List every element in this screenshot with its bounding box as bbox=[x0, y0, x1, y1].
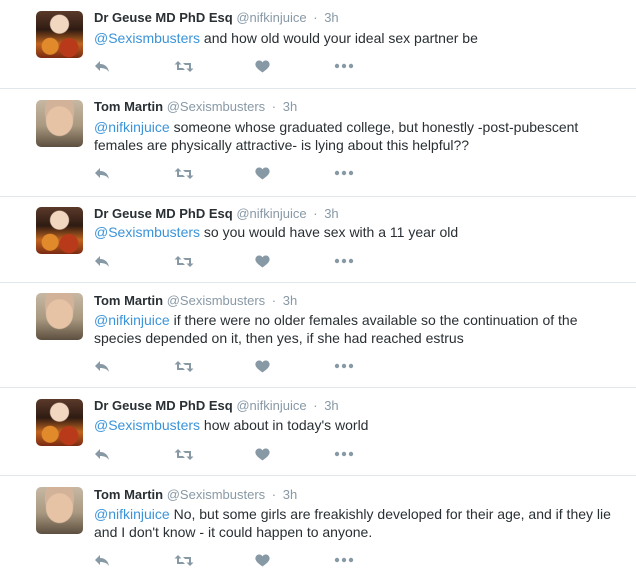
tweet-text: @Sexismbusters and how old would your id… bbox=[94, 29, 614, 47]
retweet-icon[interactable] bbox=[174, 446, 194, 462]
more-icon[interactable] bbox=[334, 552, 354, 568]
tweet-text: @nifkinjuice someone whose graduated col… bbox=[94, 118, 614, 154]
user-handle[interactable]: @Sexismbusters bbox=[167, 293, 265, 308]
timestamp[interactable]: 3h bbox=[324, 10, 338, 25]
mention-link[interactable]: @nifkinjuice bbox=[94, 506, 170, 522]
more-icon[interactable] bbox=[334, 446, 354, 462]
reply-icon[interactable] bbox=[94, 358, 111, 374]
tweet-body-text: how about in today's world bbox=[200, 417, 369, 433]
display-name[interactable]: Dr Geuse MD PhD Esq bbox=[94, 206, 233, 221]
tweet-text: @nifkinjuice No, but some girls are frea… bbox=[94, 505, 614, 541]
like-icon[interactable] bbox=[255, 165, 270, 181]
retweet-icon[interactable] bbox=[174, 358, 194, 374]
retweet-icon[interactable] bbox=[174, 552, 194, 568]
mention-link[interactable]: @nifkinjuice bbox=[94, 312, 170, 328]
tweet-header: Dr Geuse MD PhD Esq @nifkinjuice · 3h bbox=[94, 10, 339, 26]
tweet-header: Tom Martin @Sexismbusters · 3h bbox=[94, 99, 297, 115]
like-icon[interactable] bbox=[255, 552, 270, 568]
retweet-icon[interactable] bbox=[174, 253, 194, 269]
display-name[interactable]: Tom Martin bbox=[94, 293, 163, 308]
like-icon[interactable] bbox=[255, 446, 270, 462]
avatar[interactable] bbox=[36, 100, 83, 147]
avatar[interactable] bbox=[36, 207, 83, 254]
retweet-icon[interactable] bbox=[174, 165, 194, 181]
tweet-header: Dr Geuse MD PhD Esq @nifkinjuice · 3h bbox=[94, 398, 339, 414]
reply-icon[interactable] bbox=[94, 165, 111, 181]
mention-link[interactable]: @Sexismbusters bbox=[94, 30, 200, 46]
tweet-actions bbox=[94, 552, 374, 568]
tweet-actions bbox=[94, 165, 374, 181]
more-icon[interactable] bbox=[334, 253, 354, 269]
user-handle[interactable]: @nifkinjuice bbox=[236, 398, 306, 413]
timestamp[interactable]: 3h bbox=[283, 293, 297, 308]
timestamp[interactable]: 3h bbox=[283, 99, 297, 114]
like-icon[interactable] bbox=[255, 358, 270, 374]
like-icon[interactable] bbox=[255, 253, 270, 269]
tweet-actions bbox=[94, 253, 374, 269]
tweet-text: @nifkinjuice if there were no older fema… bbox=[94, 311, 614, 347]
like-icon[interactable] bbox=[255, 58, 270, 74]
tweet-body-text: and how old would your ideal sex partner… bbox=[200, 30, 478, 46]
tweet-text: @Sexismbusters how about in today's worl… bbox=[94, 416, 614, 434]
reply-icon[interactable] bbox=[94, 253, 111, 269]
display-name[interactable]: Dr Geuse MD PhD Esq bbox=[94, 10, 233, 25]
retweet-icon[interactable] bbox=[174, 58, 194, 74]
tweet[interactable]: Dr Geuse MD PhD Esq @nifkinjuice · 3h @S… bbox=[0, 388, 636, 476]
separator: · bbox=[271, 99, 277, 114]
tweet-header: Tom Martin @Sexismbusters · 3h bbox=[94, 487, 297, 503]
more-icon[interactable] bbox=[334, 358, 354, 374]
tweet-header: Dr Geuse MD PhD Esq @nifkinjuice · 3h bbox=[94, 206, 339, 222]
more-icon[interactable] bbox=[334, 58, 354, 74]
timestamp[interactable]: 3h bbox=[283, 487, 297, 502]
separator: · bbox=[313, 10, 318, 25]
mention-link[interactable]: @Sexismbusters bbox=[94, 417, 200, 433]
tweet-actions bbox=[94, 446, 374, 462]
tweet[interactable]: Tom Martin @Sexismbusters · 3h @nifkinju… bbox=[0, 283, 636, 388]
user-handle[interactable]: @nifkinjuice bbox=[236, 206, 306, 221]
display-name[interactable]: Tom Martin bbox=[94, 99, 163, 114]
avatar[interactable] bbox=[36, 399, 83, 446]
separator: · bbox=[271, 293, 277, 308]
display-name[interactable]: Tom Martin bbox=[94, 487, 163, 502]
tweet-header: Tom Martin @Sexismbusters · 3h bbox=[94, 293, 297, 309]
user-handle[interactable]: @Sexismbusters bbox=[167, 99, 265, 114]
tweet-body-text: No, but some girls are freakishly develo… bbox=[94, 506, 611, 540]
user-handle[interactable]: @nifkinjuice bbox=[236, 10, 306, 25]
reply-icon[interactable] bbox=[94, 446, 111, 462]
tweet-actions bbox=[94, 58, 374, 74]
tweet-actions bbox=[94, 358, 374, 374]
avatar[interactable] bbox=[36, 11, 83, 58]
tweet[interactable]: Dr Geuse MD PhD Esq @nifkinjuice · 3h @S… bbox=[0, 0, 636, 89]
display-name[interactable]: Dr Geuse MD PhD Esq bbox=[94, 398, 233, 413]
tweet[interactable]: Tom Martin @Sexismbusters · 3h @nifkinju… bbox=[0, 89, 636, 197]
mention-link[interactable]: @Sexismbusters bbox=[94, 224, 200, 240]
timestamp[interactable]: 3h bbox=[324, 206, 338, 221]
tweet-body-text: so you would have sex with a 11 year old bbox=[200, 224, 459, 240]
separator: · bbox=[313, 398, 318, 413]
reply-icon[interactable] bbox=[94, 552, 111, 568]
tweet-text: @Sexismbusters so you would have sex wit… bbox=[94, 223, 614, 241]
avatar[interactable] bbox=[36, 293, 83, 340]
reply-icon[interactable] bbox=[94, 58, 111, 74]
mention-link[interactable]: @nifkinjuice bbox=[94, 119, 170, 135]
user-handle[interactable]: @Sexismbusters bbox=[167, 487, 265, 502]
avatar[interactable] bbox=[36, 487, 83, 534]
tweet[interactable]: Tom Martin @Sexismbusters · 3h @nifkinju… bbox=[0, 476, 636, 576]
more-icon[interactable] bbox=[334, 165, 354, 181]
separator: · bbox=[313, 206, 318, 221]
separator: · bbox=[271, 487, 277, 502]
timestamp[interactable]: 3h bbox=[324, 398, 338, 413]
tweet[interactable]: Dr Geuse MD PhD Esq @nifkinjuice · 3h @S… bbox=[0, 197, 636, 283]
